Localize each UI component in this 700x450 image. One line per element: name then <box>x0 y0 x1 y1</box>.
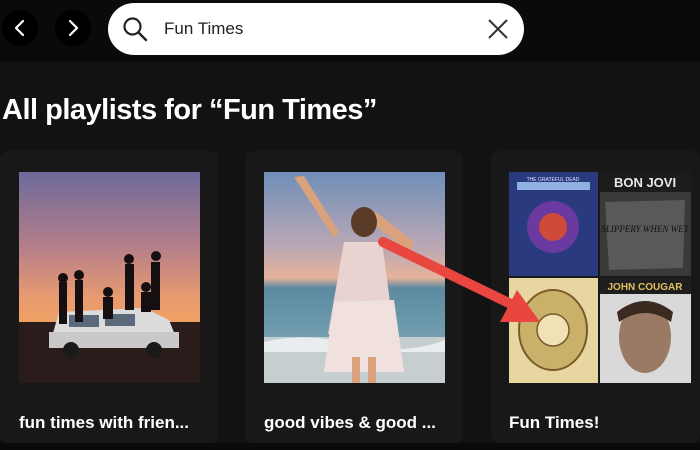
search-icon <box>123 17 148 42</box>
album-tile-2-band: BON JOVI <box>614 175 676 190</box>
playlist-card[interactable]: fun times with frien... <box>0 151 218 443</box>
forward-button[interactable] <box>55 10 91 46</box>
playlist-cover-image <box>19 172 200 383</box>
playlist-title: Fun Times! <box>509 413 600 432</box>
close-icon[interactable] <box>486 17 510 41</box>
playlist-cover-image <box>264 172 445 383</box>
search-bar[interactable] <box>108 3 524 55</box>
playlist-title: fun times with frien... <box>19 413 190 432</box>
playlist-card[interactable]: THE GRATEFUL DEAD BON JOVI SLIPPERY WHEN… <box>491 151 700 443</box>
chevron-right-icon <box>68 19 79 37</box>
album-tile-1-text: THE GRATEFUL DEAD <box>527 177 580 183</box>
bottom-divider <box>0 443 700 450</box>
playlist-title: good vibes & good ... <box>264 413 436 432</box>
search-input[interactable] <box>164 3 464 55</box>
playlist-cover-mosaic: THE GRATEFUL DEAD BON JOVI SLIPPERY WHEN… <box>509 172 691 383</box>
results-heading: All playlists for “Fun Times” <box>2 94 377 126</box>
album-tile-2-text: SLIPPERY WHEN WET <box>601 224 689 234</box>
playlist-card[interactable]: good vibes & good ... <box>245 151 463 443</box>
chevron-left-icon <box>14 19 25 37</box>
top-bar <box>0 0 700 62</box>
back-button[interactable] <box>2 10 38 46</box>
page: All playlists for “Fun Times” <box>0 0 700 450</box>
album-tile-4-artist: JOHN COUGAR <box>607 282 683 293</box>
